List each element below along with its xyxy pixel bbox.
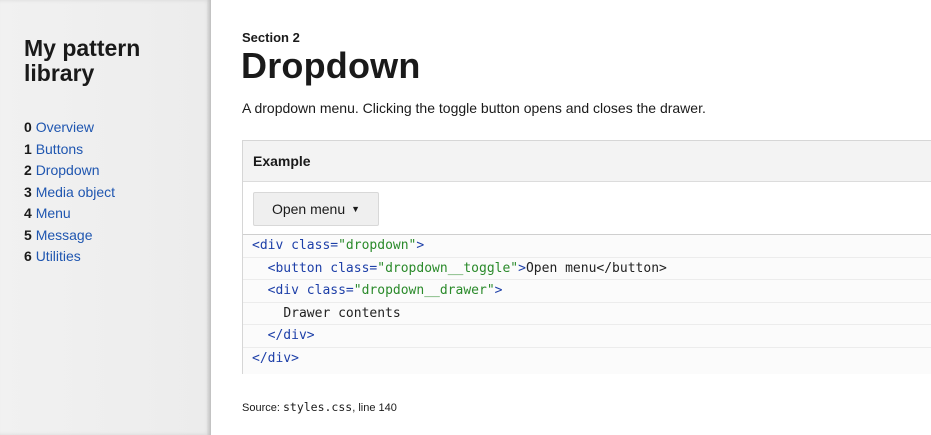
code-tag: </div> <box>252 350 299 366</box>
code-attr: class= <box>330 260 378 276</box>
code-tag: <div <box>252 238 292 253</box>
code-tag: <button <box>252 260 331 276</box>
sidebar-item-number: 2 <box>24 162 32 178</box>
code-attr: class= <box>291 238 339 253</box>
code-tag: > <box>518 260 526 276</box>
sidebar-item-dropdown[interactable]: 2 Dropdown <box>24 160 115 182</box>
code-line: <div class="dropdown"> <box>243 235 931 258</box>
sidebar-item-link[interactable]: Media object <box>36 184 115 200</box>
sidebar-item-buttons[interactable]: 1 Buttons <box>24 139 115 161</box>
sidebar-item-link[interactable]: Buttons <box>36 141 83 157</box>
example-header: Example <box>243 141 931 182</box>
sidebar-item-number: 5 <box>24 226 32 243</box>
sidebar-item-link[interactable]: Message <box>36 227 93 243</box>
sidebar-item-number: 4 <box>24 205 32 221</box>
code-text: Drawer contents <box>283 305 401 321</box>
code-tag: <div <box>252 283 307 298</box>
code-text: Open menu</button> <box>525 260 667 276</box>
sidebar-nav: 0 Overview 1 Buttons 2 Dropdown 3 Media … <box>24 117 115 268</box>
code-tag: > <box>416 238 425 253</box>
sidebar-item-number: 6 <box>24 248 32 264</box>
source-file: styles.css <box>282 400 353 414</box>
sidebar-item-utilities[interactable]: 6 Utilities <box>24 246 115 268</box>
code-string: "dropdown__drawer" <box>353 283 495 298</box>
section-label: Section 2 <box>242 30 300 45</box>
code-block: <div class="dropdown"> <button class="dr… <box>243 234 931 374</box>
sidebar-item-link[interactable]: Overview <box>36 119 94 135</box>
source-reference: Source: styles.css, line 140 <box>242 400 397 414</box>
page-title: Dropdown <box>241 45 421 86</box>
sidebar-item-message[interactable]: 5 Message <box>24 225 115 247</box>
code-line: <div class="dropdown__drawer"> <box>243 280 931 303</box>
sidebar-item-number: 0 <box>24 119 32 135</box>
code-string: "dropdown__toggle" <box>377 260 519 276</box>
sidebar-item-link[interactable]: Menu <box>36 205 71 221</box>
code-tag: </div> <box>252 328 315 343</box>
sidebar-item-number: 3 <box>24 183 32 200</box>
sidebar-item-media-object[interactable]: 3 Media object <box>24 182 115 204</box>
library-title: My pattern library <box>24 35 141 86</box>
example-panel: Example Open menu ▼ <div class="dropdown… <box>242 140 931 374</box>
source-prefix: Source: <box>242 402 283 414</box>
sidebar-item-link[interactable]: Dropdown <box>36 162 100 178</box>
open-menu-button[interactable]: Open menu ▼ <box>253 192 379 226</box>
code-tag: > <box>494 283 503 298</box>
sidebar: My pattern library 0 Overview 1 Buttons … <box>0 0 211 435</box>
sidebar-item-number: 1 <box>24 140 32 157</box>
source-line: , line 140 <box>352 402 397 414</box>
sidebar-item-menu[interactable]: 4 Menu <box>24 203 115 225</box>
open-menu-label: Open menu <box>271 201 346 217</box>
code-line: Drawer contents <box>243 303 931 325</box>
code-line: </div> <box>243 325 931 348</box>
code-attr: class= <box>306 283 354 298</box>
sidebar-item-overview[interactable]: 0 Overview <box>24 117 115 139</box>
sidebar-item-link[interactable]: Utilities <box>36 248 81 264</box>
code-line: </div> <box>243 348 931 371</box>
caret-down-icon: ▼ <box>351 203 361 214</box>
page-description: A dropdown menu. Clicking the toggle but… <box>242 100 706 116</box>
code-string: "dropdown" <box>338 238 417 253</box>
code-line: <button class="dropdown__toggle">Open me… <box>243 258 931 280</box>
